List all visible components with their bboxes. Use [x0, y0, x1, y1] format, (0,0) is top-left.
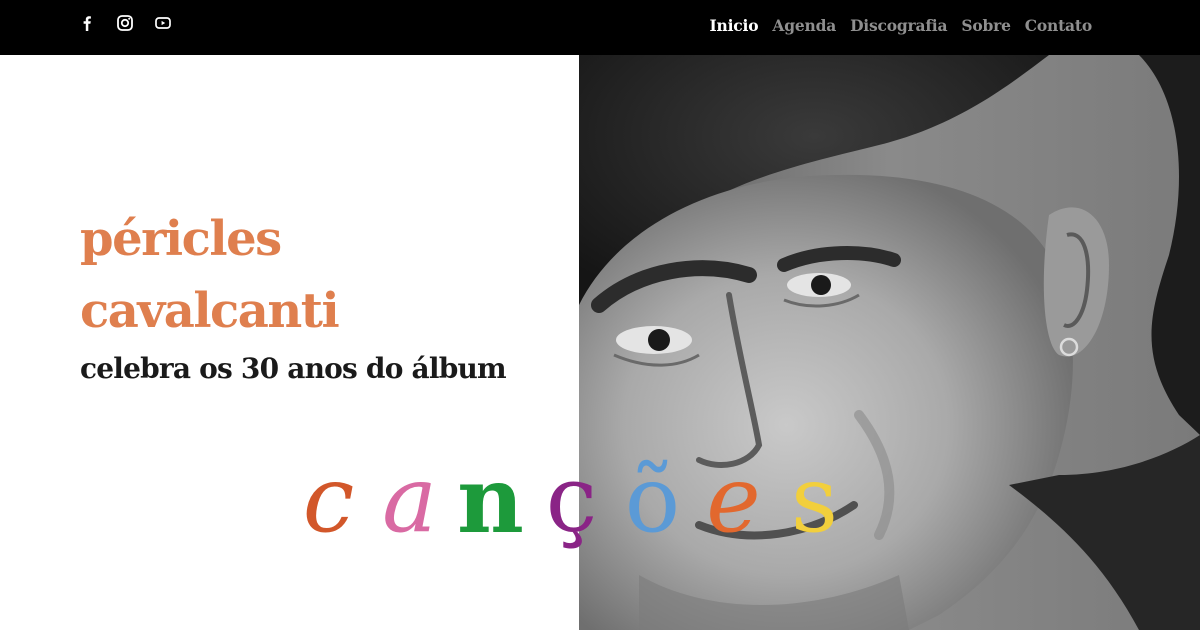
artist-name: péricles cavalcanti [80, 203, 340, 347]
artist-name-line2: cavalcanti [80, 283, 340, 339]
nav-item-sobre[interactable]: Sobre [961, 16, 1011, 35]
album-letter-n: n [457, 446, 524, 554]
album-letter-s: s [790, 446, 839, 553]
facebook-icon[interactable] [78, 14, 96, 32]
album-letter-c-cedilla: ç [545, 446, 598, 553]
hero-subtitle: celebra os 30 anos do álbum [80, 352, 507, 385]
album-letter-e: e [706, 446, 761, 553]
album-letter-a: a [382, 446, 437, 553]
artist-name-line1: péricles [80, 211, 282, 267]
nav-item-contato[interactable]: Contato [1025, 16, 1092, 35]
album-title: c a n ç õ e s [288, 436, 855, 554]
nav-item-agenda[interactable]: Agenda [772, 16, 836, 35]
social-links [78, 14, 172, 32]
youtube-icon[interactable] [154, 14, 172, 32]
nav-item-inicio[interactable]: Inicio [710, 16, 759, 35]
top-navigation-bar: Inicio Agenda Discografia Sobre Contato [0, 0, 1200, 55]
album-letter-c: c [302, 446, 355, 553]
main-nav: Inicio Agenda Discografia Sobre Contato [710, 16, 1093, 35]
instagram-icon[interactable] [116, 14, 134, 32]
nav-item-discografia[interactable]: Discografia [850, 16, 947, 35]
album-letter-o-tilde: õ [624, 446, 681, 553]
